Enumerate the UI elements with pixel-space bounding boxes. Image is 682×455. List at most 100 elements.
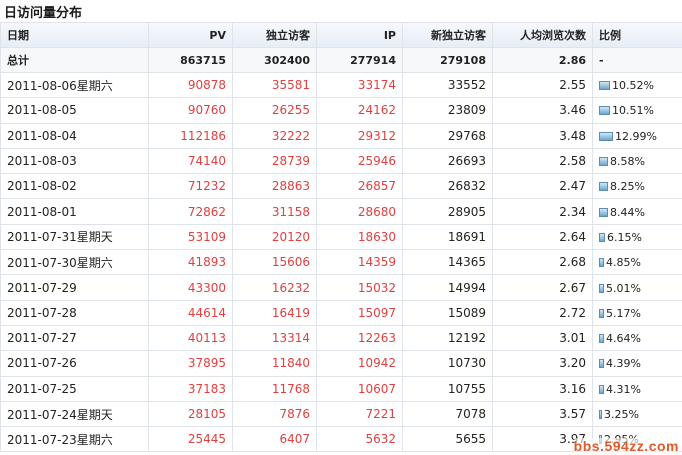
cell-uv[interactable]: 6407 bbox=[232, 426, 317, 453]
cell-avg: 2.68 bbox=[492, 249, 593, 276]
ratio-text: 10.52% bbox=[612, 79, 654, 93]
cell-avg: 3.48 bbox=[492, 122, 593, 149]
cell-ip[interactable]: 24162 bbox=[316, 97, 403, 124]
cell-pv[interactable]: 41893 bbox=[148, 249, 233, 276]
ratio-text: 5.17% bbox=[606, 306, 641, 320]
cell-pv[interactable]: 74140 bbox=[148, 147, 233, 175]
cell-date: 2011-08-01 bbox=[0, 198, 149, 225]
cell-pv[interactable]: 90760 bbox=[148, 97, 233, 124]
cell-uv[interactable]: 32222 bbox=[232, 122, 317, 149]
col-header-date[interactable]: 日期 bbox=[0, 22, 149, 48]
cell-avg: 3.57 bbox=[492, 400, 593, 428]
cell-new-uv: 23809 bbox=[402, 97, 493, 124]
col-header-pv[interactable]: PV bbox=[148, 22, 233, 48]
table-row: 2011-07-31星期天 53109 20120 18630 18691 2.64 6.1… bbox=[0, 223, 682, 251]
cell-ratio: 6.15% bbox=[592, 223, 682, 251]
cell-avg: 3.16 bbox=[492, 375, 593, 402]
cell-ip[interactable]: 29312 bbox=[316, 122, 403, 149]
cell-uv[interactable]: 11840 bbox=[232, 350, 317, 377]
cell-pv[interactable]: 40113 bbox=[148, 324, 233, 352]
table-row: 2011-08-02 71232 28863 26857 26832 2.47 8.25% bbox=[0, 173, 682, 200]
cell-uv[interactable]: 20120 bbox=[232, 223, 317, 251]
cell-ratio: 5.01% bbox=[592, 274, 682, 301]
ratio-bar bbox=[599, 81, 610, 91]
ratio-text: 4.64% bbox=[606, 332, 641, 346]
cell-uv[interactable]: 16419 bbox=[232, 299, 317, 326]
cell-uv[interactable]: 28739 bbox=[232, 147, 317, 175]
watermark: bbs.594zz.com bbox=[573, 438, 679, 454]
ratio-bar bbox=[599, 359, 604, 369]
cell-uv[interactable]: 16232 bbox=[232, 274, 317, 301]
cell-ip[interactable]: 15097 bbox=[316, 299, 403, 326]
cell-ip[interactable]: 28680 bbox=[316, 198, 403, 225]
total-pv: 863715 bbox=[148, 47, 233, 73]
cell-new-uv: 10755 bbox=[402, 375, 493, 402]
cell-ip[interactable]: 7221 bbox=[316, 400, 403, 428]
cell-pv[interactable]: 90878 bbox=[148, 71, 233, 99]
cell-pv[interactable]: 71232 bbox=[148, 173, 233, 200]
cell-new-uv: 33552 bbox=[402, 71, 493, 99]
cell-ip[interactable]: 33174 bbox=[316, 71, 403, 99]
cell-pv[interactable]: 43300 bbox=[148, 274, 233, 301]
col-header-unique-visitors[interactable]: 独立访客 bbox=[232, 22, 317, 48]
cell-uv[interactable]: 7876 bbox=[232, 400, 317, 428]
cell-uv[interactable]: 26255 bbox=[232, 97, 317, 124]
cell-ratio: 4.85% bbox=[592, 249, 682, 276]
cell-new-uv: 26832 bbox=[402, 173, 493, 200]
ratio-text: 4.39% bbox=[606, 357, 641, 371]
cell-date: 2011-07-27 bbox=[0, 324, 149, 352]
cell-ip[interactable]: 15032 bbox=[316, 274, 403, 301]
cell-uv[interactable]: 13314 bbox=[232, 324, 317, 352]
cell-ip[interactable]: 10942 bbox=[316, 350, 403, 377]
cell-ratio: 3.25% bbox=[592, 400, 682, 428]
col-header-new-unique-visitors[interactable]: 新独立访客 bbox=[402, 22, 493, 48]
col-header-avg-views[interactable]: 人均浏览次数 bbox=[492, 22, 593, 48]
cell-new-uv: 15089 bbox=[402, 299, 493, 326]
cell-new-uv: 14994 bbox=[402, 274, 493, 301]
table-row: 2011-07-26 37895 11840 10942 10730 3.20 4.39% bbox=[0, 350, 682, 377]
ratio-bar bbox=[599, 283, 604, 293]
cell-date: 2011-08-02 bbox=[0, 173, 149, 200]
cell-uv[interactable]: 11768 bbox=[232, 375, 317, 402]
cell-ratio: 5.17% bbox=[592, 299, 682, 326]
cell-ip[interactable]: 14359 bbox=[316, 249, 403, 276]
cell-pv[interactable]: 72862 bbox=[148, 198, 233, 225]
col-header-ratio[interactable]: 比例 bbox=[592, 22, 682, 48]
cell-pv[interactable]: 44614 bbox=[148, 299, 233, 326]
cell-ratio: 10.52% bbox=[592, 71, 682, 99]
cell-pv[interactable]: 112186 bbox=[148, 122, 233, 149]
cell-pv[interactable]: 28105 bbox=[148, 400, 233, 428]
cell-avg: 2.58 bbox=[492, 147, 593, 175]
ratio-bar bbox=[599, 258, 604, 268]
page-title: 日访问量分布 bbox=[4, 6, 83, 21]
cell-pv[interactable]: 53109 bbox=[148, 223, 233, 251]
ratio-bar bbox=[599, 334, 604, 344]
cell-ratio: 12.99% bbox=[592, 122, 682, 149]
total-avg: 2.86 bbox=[492, 47, 593, 73]
cell-uv[interactable]: 15606 bbox=[232, 249, 317, 276]
cell-pv[interactable]: 25445 bbox=[148, 426, 233, 453]
cell-ip[interactable]: 10607 bbox=[316, 375, 403, 402]
cell-ip[interactable]: 5632 bbox=[316, 426, 403, 453]
ratio-text: 4.31% bbox=[606, 382, 641, 396]
cell-avg: 3.20 bbox=[492, 350, 593, 377]
cell-ip[interactable]: 12263 bbox=[316, 324, 403, 352]
ratio-bar bbox=[599, 308, 604, 318]
ratio-bar bbox=[599, 410, 602, 419]
ratio-bar bbox=[599, 207, 608, 217]
cell-pv[interactable]: 37183 bbox=[148, 375, 233, 402]
total-new-uv: 279108 bbox=[402, 47, 493, 73]
cell-ip[interactable]: 25946 bbox=[316, 147, 403, 175]
cell-uv[interactable]: 35581 bbox=[232, 71, 317, 99]
cell-pv[interactable]: 37895 bbox=[148, 350, 233, 377]
cell-date: 2011-07-23星期六 bbox=[0, 426, 149, 453]
cell-date: 2011-07-26 bbox=[0, 350, 149, 377]
title-bar: 日访问量分布 bbox=[0, 0, 682, 23]
ratio-bar bbox=[599, 384, 604, 394]
cell-avg: 2.64 bbox=[492, 223, 593, 251]
cell-ip[interactable]: 26857 bbox=[316, 173, 403, 200]
col-header-ip[interactable]: IP bbox=[316, 22, 403, 48]
cell-ip[interactable]: 18630 bbox=[316, 223, 403, 251]
cell-uv[interactable]: 31158 bbox=[232, 198, 317, 225]
cell-uv[interactable]: 28863 bbox=[232, 173, 317, 200]
